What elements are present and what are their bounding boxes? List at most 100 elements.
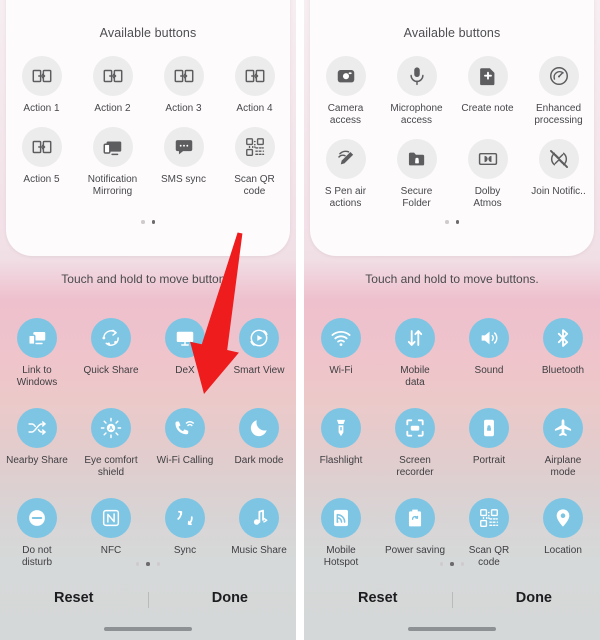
tile-create-note[interactable]: Create note <box>452 50 523 127</box>
tile-link-to-windows[interactable]: Link to Windows <box>0 312 74 389</box>
secure-folder-icon[interactable] <box>396 139 437 179</box>
tile-enhanced-processing[interactable]: Enhanced processing <box>523 50 594 127</box>
tile-wi-fi-calling[interactable]: Wi-Fi Calling <box>148 402 222 479</box>
dolby-atmos-icon[interactable] <box>467 139 508 179</box>
location-pin-icon[interactable] <box>543 498 583 538</box>
do-not-disturb-icon[interactable] <box>17 498 57 538</box>
airplane-icon[interactable] <box>543 408 583 448</box>
hotspot-icon[interactable] <box>321 498 361 538</box>
music-share-icon[interactable] <box>239 498 279 538</box>
tile-do-not-disturb[interactable]: Do not disturb <box>0 492 74 569</box>
chat-bubble-icon[interactable] <box>163 127 204 167</box>
qr-code-icon[interactable] <box>469 498 509 538</box>
reset-button[interactable]: Reset <box>358 590 398 606</box>
power-saving-icon[interactable] <box>395 498 435 538</box>
tile-scan-qr-code[interactable]: Scan QR code <box>219 121 290 198</box>
quick-settings-grid: Wi-Fi Mobile data Sound Bluetooth Flashlight… <box>304 312 600 569</box>
tile-power-saving[interactable]: Power saving <box>378 492 452 569</box>
tile-portrait[interactable]: Portrait <box>452 402 526 479</box>
flashlight-icon[interactable] <box>321 408 361 448</box>
page-dot <box>460 562 465 566</box>
monitor-icon[interactable] <box>92 127 133 167</box>
tile-nfc[interactable]: NFC <box>74 492 148 569</box>
s-pen-icon[interactable] <box>325 139 366 179</box>
tile-notification-mirroring[interactable]: Notification Mirroring <box>77 121 148 198</box>
tile-bluetooth[interactable]: Bluetooth <box>526 312 600 389</box>
page-indicator[interactable] <box>310 220 594 224</box>
page-indicator[interactable] <box>304 562 600 566</box>
tile-action-3[interactable]: Action 3 <box>148 50 219 115</box>
tile-mobile-data[interactable]: Mobile data <box>378 312 452 389</box>
tile-action-5[interactable]: Action 5 <box>6 121 77 198</box>
available-buttons-grid: Action 1 Action 2 Action 3 Action 4 Action 5… <box>6 50 290 198</box>
tile-camera-access[interactable]: Camera access <box>310 50 381 127</box>
done-button[interactable]: Done <box>212 590 248 606</box>
done-button[interactable]: Done <box>516 590 552 606</box>
tile-label: Eye comfort shield <box>84 455 138 478</box>
link-to-windows-icon[interactable] <box>17 318 57 358</box>
page-dot <box>445 220 449 224</box>
dex-icon[interactable]: DeX <box>165 318 205 358</box>
panels-arrow-icon[interactable] <box>92 56 133 96</box>
home-gesture-bar[interactable] <box>408 627 496 631</box>
button-divider <box>148 592 149 608</box>
tile-dex[interactable]: DeX DeX <box>148 312 222 389</box>
tile-dark-mode[interactable]: Dark mode <box>222 402 296 479</box>
tile-flashlight[interactable]: Flashlight <box>304 402 378 479</box>
tile-wi-fi[interactable]: Wi-Fi <box>304 312 378 389</box>
gauge-icon[interactable] <box>538 56 579 96</box>
tile-quick-share[interactable]: Quick Share <box>74 312 148 389</box>
mobile-data-icon[interactable] <box>395 318 435 358</box>
qr-code-icon[interactable] <box>234 127 275 167</box>
wifi-icon[interactable] <box>321 318 361 358</box>
bluetooth-icon[interactable] <box>543 318 583 358</box>
tile-eye-comfort-shield[interactable]: A Eye comfort shield <box>74 402 148 479</box>
portrait-lock-icon[interactable] <box>469 408 509 448</box>
page-indicator[interactable] <box>0 562 296 566</box>
tile-secure-folder[interactable]: Secure Folder <box>381 133 452 210</box>
tile-scan-qr-code[interactable]: Scan QR code <box>452 492 526 569</box>
quick-share-icon[interactable] <box>91 318 131 358</box>
panels-arrow-icon[interactable] <box>21 56 62 96</box>
home-gesture-bar[interactable] <box>104 627 192 631</box>
tile-label: Bluetooth <box>541 365 585 376</box>
wifi-calling-icon[interactable] <box>165 408 205 448</box>
tile-label: Create note <box>461 103 514 114</box>
moon-icon[interactable] <box>239 408 279 448</box>
nearby-share-icon[interactable] <box>17 408 57 448</box>
tile-nearby-share[interactable]: Nearby Share <box>0 402 74 479</box>
tile-sound[interactable]: Sound <box>452 312 526 389</box>
join-notification-off-icon[interactable] <box>538 139 579 179</box>
reset-button[interactable]: Reset <box>54 590 94 606</box>
tile-dolby-atmos[interactable]: Dolby Atmos <box>452 133 523 210</box>
nfc-icon[interactable] <box>91 498 131 538</box>
eye-comfort-shield-icon[interactable]: A <box>91 408 131 448</box>
screen-recorder-icon[interactable] <box>395 408 435 448</box>
create-note-icon[interactable] <box>467 56 508 96</box>
tile-mobile-hotspot[interactable]: Mobile Hotspot <box>304 492 378 569</box>
tile-screen-recorder[interactable]: Screen recorder <box>378 402 452 479</box>
tile-music-share[interactable]: Music Share <box>222 492 296 569</box>
camera-icon[interactable] <box>325 56 366 96</box>
page-indicator[interactable] <box>6 220 290 224</box>
page-dot-active <box>450 562 454 566</box>
smart-view-icon[interactable] <box>239 318 279 358</box>
tile-action-4[interactable]: Action 4 <box>219 50 290 115</box>
tile-action-1[interactable]: Action 1 <box>6 50 77 115</box>
tile-s-pen-air-actions[interactable]: S Pen air actions <box>310 133 381 210</box>
tile-action-2[interactable]: Action 2 <box>77 50 148 115</box>
sound-icon[interactable] <box>469 318 509 358</box>
panels-arrow-icon[interactable] <box>163 56 204 96</box>
microphone-icon[interactable] <box>396 56 437 96</box>
sync-icon[interactable] <box>165 498 205 538</box>
panels-arrow-icon[interactable] <box>234 56 275 96</box>
tile-location[interactable]: Location <box>526 492 600 569</box>
tile-smart-view[interactable]: Smart View <box>222 312 296 389</box>
panels-arrow-icon[interactable] <box>21 127 62 167</box>
tile-sms-sync[interactable]: SMS sync <box>148 121 219 198</box>
tile-microphone-access[interactable]: Microphone access <box>381 50 452 127</box>
tile-airplane-mode[interactable]: Airplane mode <box>526 402 600 479</box>
tile-join-notific[interactable]: Join Notific.. <box>523 133 594 210</box>
tile-label: Wi-Fi <box>329 365 353 376</box>
tile-sync[interactable]: Sync <box>148 492 222 569</box>
